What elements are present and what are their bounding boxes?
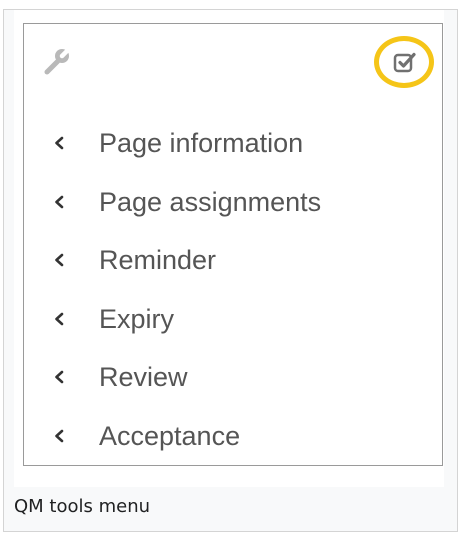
menu-item-page-assignments[interactable]: Page assignments xyxy=(24,184,442,243)
menu-item-label: Expiry xyxy=(99,303,175,334)
figure: Page information Page assignments Remind… xyxy=(3,9,458,532)
menu-item-review[interactable]: Review xyxy=(24,359,442,418)
menu-item-acceptance[interactable]: Acceptance xyxy=(24,418,442,477)
menu-item-label: Page information xyxy=(99,128,304,158)
chevron-left-icon xyxy=(53,253,65,267)
menu-item-reminder[interactable]: Reminder xyxy=(24,242,442,301)
menu-item-expiry[interactable]: Expiry xyxy=(24,301,442,360)
wrench-icon xyxy=(43,45,73,75)
qm-tools-panel: Page information Page assignments Remind… xyxy=(23,23,443,466)
chevron-left-icon xyxy=(53,370,65,384)
menu-item-label: Review xyxy=(99,362,188,393)
figure-caption: QM tools menu xyxy=(14,496,151,517)
chevron-left-icon xyxy=(53,312,65,326)
menu-item-label: Acceptance xyxy=(99,420,241,451)
qm-toolbar-toggle-button[interactable] xyxy=(374,36,434,88)
screenshot-image: Page information Page assignments Remind… xyxy=(14,10,444,487)
chevron-left-icon xyxy=(53,195,65,209)
menu-item-page-information[interactable]: Page information xyxy=(24,125,442,184)
qm-tools-menu: Page information Page assignments Remind… xyxy=(24,125,442,477)
menu-item-label: Page assignments xyxy=(99,186,322,217)
menu-item-label: Reminder xyxy=(99,245,217,276)
chevron-left-icon xyxy=(53,429,65,443)
chevron-left-icon xyxy=(53,136,65,150)
